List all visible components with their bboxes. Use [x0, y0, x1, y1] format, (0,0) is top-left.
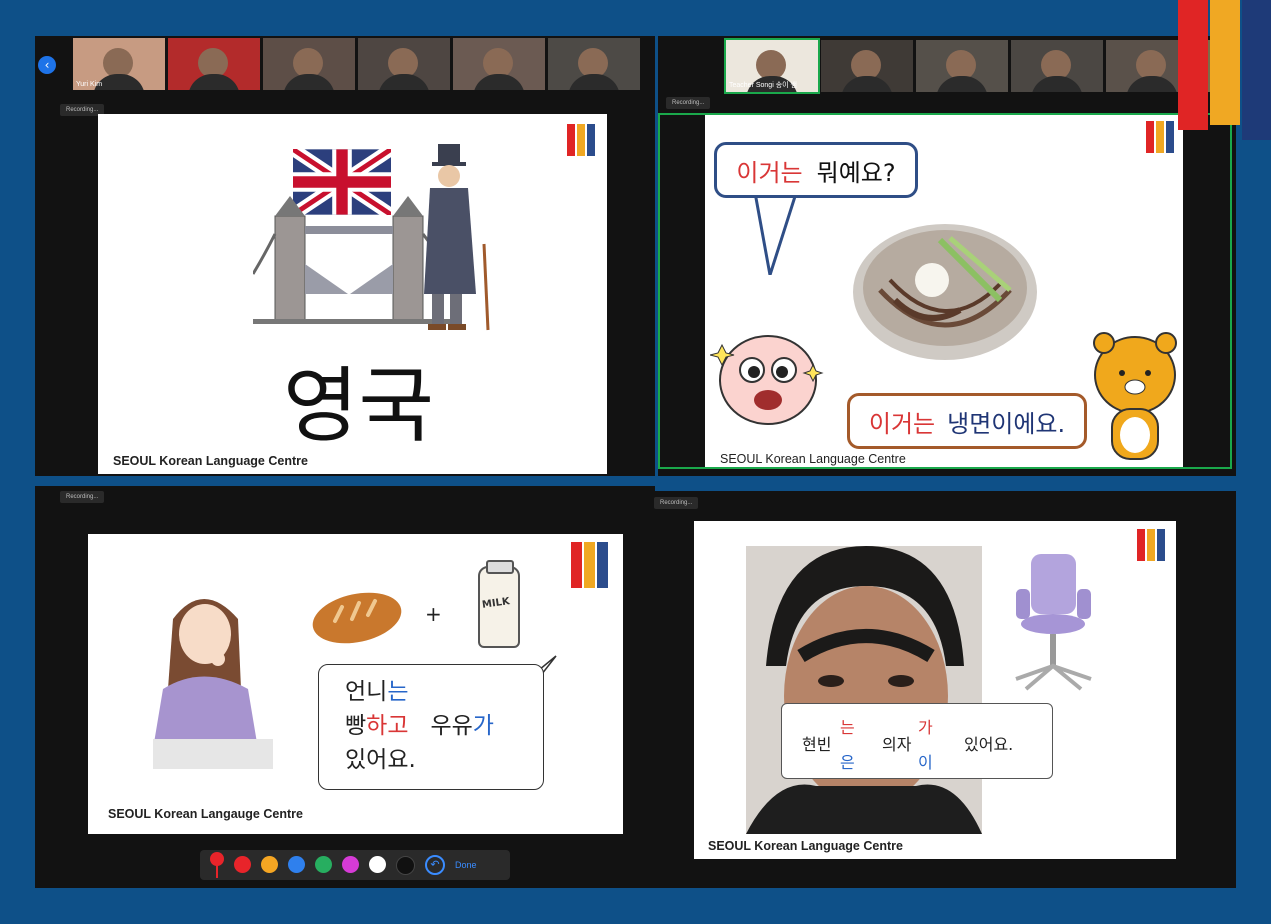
sentence-line-1: 언니는	[345, 679, 409, 705]
slide-credit: SEOUL Korean Langauge Centre	[108, 807, 303, 821]
question-subject: 이거는	[736, 158, 803, 187]
slide-credit: SEOUL Korean Language Centre	[708, 839, 903, 853]
top-right-video-panel: Teacher Songi 송이 쌤 Recording... 이거는 뭐예요?	[658, 36, 1236, 476]
annotation-toolbar: ↶ Done	[200, 850, 510, 880]
word-chair: 의자	[882, 735, 912, 754]
participant-body	[1126, 76, 1178, 92]
word-iseoyo: 있어요.	[964, 735, 1014, 754]
particle-eun: 은	[840, 753, 855, 772]
participant-tile[interactable]: Teacher Songi 송이 쌤	[724, 38, 820, 94]
gentleman-illustration	[424, 144, 490, 331]
girl-illustration	[153, 599, 273, 769]
color-swatch[interactable]	[342, 855, 359, 873]
recording-indicator: Recording...	[654, 497, 699, 509]
participant-tile[interactable]	[916, 40, 1008, 92]
slide-hyunbin-chair: 현빈 는 은 의자 가 이 있어요. SEOUL Korean Language…	[694, 521, 1176, 859]
participant-tile[interactable]	[358, 38, 450, 90]
plus-sign: +	[425, 602, 442, 626]
sentence-line-3: 있어요.	[345, 747, 416, 773]
word-hyunbin: 현빈	[802, 735, 832, 754]
slide-naengmyeon: 이거는 뭐예요? 이거는 냉면이에요. SEOUL Korean Languag…	[705, 115, 1183, 467]
hyunbin-portrait-photo	[746, 546, 982, 834]
participant-body	[283, 74, 335, 90]
slide-title: 영국	[283, 359, 434, 454]
participant-tile[interactable]: Yuri Kim	[73, 38, 165, 90]
color-swatch[interactable]	[261, 855, 278, 873]
participant-body	[936, 76, 988, 92]
bread-icon	[312, 592, 402, 644]
question-bubble: 이거는 뭐예요?	[714, 142, 918, 198]
slide-credit: SEOUL Korean Language Centre	[720, 452, 906, 466]
participant-body	[568, 74, 620, 90]
recording-indicator: Recording...	[60, 491, 105, 503]
answer-bubble: 이거는 냉면이에요.	[847, 393, 1087, 449]
answer-subject: 이거는	[868, 409, 936, 438]
participant-name: Teacher Songi 송이 쌤	[729, 82, 797, 89]
participant-body	[378, 74, 430, 90]
back-button[interactable]: ‹	[38, 56, 56, 74]
participant-body	[473, 74, 525, 90]
particle-ga: 가	[918, 718, 933, 737]
slide-england: 영국 SEOUL Korean Language Centre	[98, 114, 607, 474]
sentence-bubble: 언니는 빵하고 우유가 있어요.	[318, 664, 544, 790]
participant-tile[interactable]	[168, 38, 260, 90]
brand-logo-icon	[1137, 529, 1165, 561]
naengmyeon-bowl-image	[853, 224, 1037, 360]
done-button[interactable]: Done	[455, 860, 477, 870]
brand-logo-icon	[1146, 121, 1174, 153]
participant-strip: Teacher Songi 송이 쌤	[724, 38, 1236, 94]
undo-icon[interactable]: ↶	[425, 855, 445, 875]
participant-tile[interactable]	[821, 40, 913, 92]
particle-i: 이	[918, 753, 933, 772]
participant-body	[188, 74, 240, 90]
bottom-right-video-panel: Recording... 현빈 는 은 의자 가 이 있어요. SEOUL Ko…	[652, 491, 1236, 888]
milk-bottle-icon: MILK	[478, 560, 520, 648]
participant-name: Yuri Kim	[76, 81, 103, 88]
office-chair-icon	[1015, 554, 1092, 691]
participant-tile[interactable]	[1011, 40, 1103, 92]
participant-tile[interactable]	[453, 38, 545, 90]
spotlight-pen-icon[interactable]	[210, 852, 224, 878]
participant-tile[interactable]	[263, 38, 355, 90]
color-swatch[interactable]	[288, 855, 305, 873]
sentence-box: 현빈 는 은 의자 가 이 있어요.	[781, 703, 1053, 779]
top-left-video-panel: ‹ Yuri Kim Recording... 영국 SEOUL Korean …	[35, 36, 655, 476]
milk-label: MILK	[481, 596, 511, 611]
ryan-character	[1093, 332, 1177, 460]
sentence-line-2: 빵하고 우유가	[345, 713, 494, 739]
color-palette	[234, 855, 415, 875]
participant-strip: Yuri Kim	[73, 38, 640, 90]
participant-tile[interactable]	[548, 38, 640, 90]
recording-indicator: Recording...	[666, 97, 711, 109]
brand-logo-icon	[567, 124, 595, 156]
participant-body	[841, 76, 893, 92]
answer-predicate: 냉면이에요.	[947, 409, 1066, 438]
slide-credit: SEOUL Korean Language Centre	[113, 454, 308, 468]
apeach-character	[710, 335, 824, 425]
color-swatch[interactable]	[234, 855, 251, 873]
brand-logo-icon	[1178, 0, 1271, 140]
slide-milk-bread: + MILK 언니는 빵하고 우유가 있어요. SEOUL Korean Lan…	[88, 534, 623, 834]
brand-logo-icon	[571, 542, 608, 588]
particle-neun: 는	[840, 718, 855, 737]
color-swatch[interactable]	[369, 855, 386, 873]
participant-body	[1031, 76, 1083, 92]
question-predicate: 뭐예요?	[816, 158, 896, 187]
color-swatch[interactable]	[396, 855, 415, 875]
color-swatch[interactable]	[315, 855, 332, 873]
bottom-left-video-panel: Recording... + MILK 언니는 빵하고 우유가 있어요. SEO…	[35, 486, 655, 888]
